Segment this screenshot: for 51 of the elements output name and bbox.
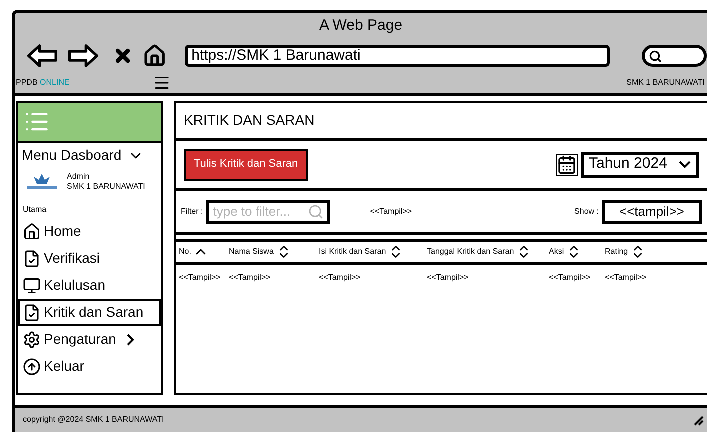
user-menu[interactable]: SMK 1 BARUNAWATI (626, 77, 705, 89)
search-icon (649, 50, 662, 62)
settings-icon (23, 330, 41, 348)
table-cell: <<Tampil>> (319, 272, 361, 284)
column-header[interactable]: Rating (605, 244, 675, 260)
add-feedback-button[interactable]: Tulis Kritik dan Saran (184, 148, 308, 180)
column-header[interactable]: Tanggal Kritik dan Saran (427, 244, 549, 260)
filter-hint: <<Tampil>> (370, 206, 412, 218)
year-dropdown[interactable]: Tahun 2024 (581, 152, 699, 178)
menu-icon[interactable] (152, 74, 171, 92)
address-bar[interactable]: https://SMK 1 Barunawati (184, 45, 610, 67)
sidebar-item[interactable]: Kelulusan (18, 272, 161, 299)
admin-role: Admin (67, 172, 91, 182)
monitor-icon (23, 276, 41, 294)
brand-text: PPDB ONLINE (16, 77, 70, 89)
home-icon[interactable] (142, 43, 167, 69)
upload-icon (23, 358, 41, 376)
forward-icon[interactable] (68, 43, 99, 69)
table-cell: <<Tampil>> (549, 272, 591, 284)
column-header[interactable]: No. (179, 244, 229, 260)
document-check-icon (23, 250, 41, 268)
table-cell: <<Tampil>> (427, 272, 469, 284)
sidebar-item[interactable]: Keluar (18, 353, 161, 380)
search-icon (308, 204, 324, 220)
calendar-icon[interactable] (556, 154, 578, 176)
sidebar-item[interactable]: Kritik dan Saran (18, 299, 161, 326)
table-cell: <<Tampil>> (605, 272, 647, 284)
column-header[interactable]: Nama Siswa (229, 244, 319, 260)
resize-handle-icon[interactable] (694, 414, 704, 426)
column-header[interactable]: Aksi (549, 244, 605, 260)
chevron-down-icon (679, 161, 691, 168)
search-field[interactable] (642, 45, 707, 67)
show-label: Show : (574, 206, 599, 218)
table-cell: <<Tampil>> (179, 272, 221, 284)
admin-name: SMK 1 BARUNAWATI (67, 182, 146, 192)
sidebar-item[interactable]: Home (18, 218, 161, 245)
column-header[interactable]: Isi Kritik dan Saran (319, 244, 427, 260)
show-dropdown[interactable]: <<tampil>> (602, 200, 702, 224)
sidebar-item[interactable]: Pengaturan (18, 326, 161, 353)
section-label: Utama (22, 204, 48, 216)
home-icon (23, 222, 41, 240)
copyright-text: copyright @2024 SMK 1 BARUNAWATI (23, 414, 164, 426)
window-title: A Web Page (319, 16, 403, 36)
document-check-icon (23, 304, 41, 322)
table-cell: <<Tampil>> (229, 272, 271, 284)
back-icon[interactable] (27, 43, 58, 69)
filter-field[interactable]: type to filter... (206, 200, 330, 224)
page-title: KRITIK DAN SARAN (184, 111, 315, 130)
menu-title: Menu Dasboard (22, 146, 122, 165)
sidebar-item[interactable]: Verifikasi (18, 245, 161, 272)
filter-label: Filter : (181, 206, 204, 218)
